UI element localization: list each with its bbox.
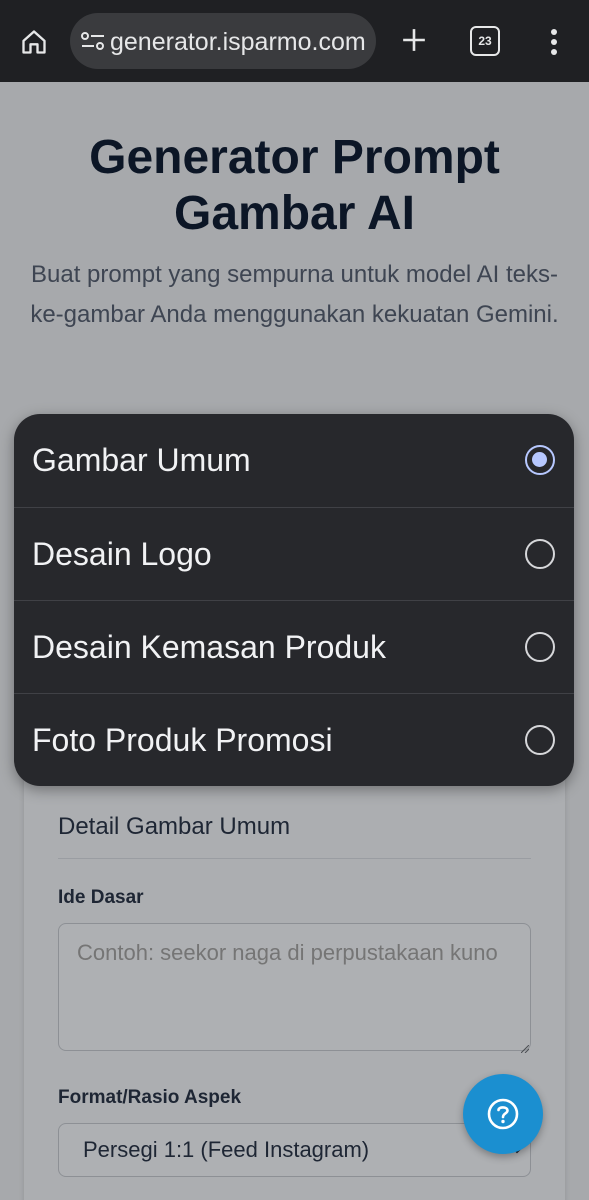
idea-label: Ide Dasar bbox=[58, 887, 144, 908]
radio-unchecked-icon[interactable] bbox=[525, 632, 555, 662]
divider bbox=[58, 858, 531, 859]
type-dropdown-menu: Gambar Umum Desain Logo Desain Kemasan P… bbox=[14, 414, 574, 786]
menu-option-label: Gambar Umum bbox=[32, 442, 251, 478]
site-info-icon[interactable] bbox=[80, 29, 106, 53]
menu-option-desain-logo[interactable]: Desain Logo bbox=[14, 507, 574, 600]
menu-option-label: Foto Produk Promosi bbox=[32, 722, 333, 758]
menu-option-label: Desain Kemasan Produk bbox=[32, 629, 386, 665]
section-title: Detail Gambar Umum bbox=[58, 813, 291, 840]
address-bar[interactable]: generator.isparmo.com bbox=[70, 13, 376, 69]
radio-unchecked-icon[interactable] bbox=[525, 539, 555, 569]
url-text[interactable]: generator.isparmo.com bbox=[110, 27, 368, 57]
browser-toolbar: generator.isparmo.com 23 bbox=[0, 0, 589, 82]
question-icon bbox=[487, 1098, 519, 1130]
new-tab-icon[interactable] bbox=[396, 22, 432, 58]
menu-option-gambar-umum[interactable]: Gambar Umum bbox=[14, 414, 574, 507]
tab-switcher-button[interactable]: 23 bbox=[470, 26, 500, 56]
radio-unchecked-icon[interactable] bbox=[525, 725, 555, 755]
home-icon[interactable] bbox=[14, 22, 54, 62]
radio-checked-icon[interactable] bbox=[525, 445, 555, 475]
aspect-select[interactable]: Persegi 1:1 (Feed Instagram) bbox=[58, 1123, 531, 1177]
menu-option-foto-produk-promosi[interactable]: Foto Produk Promosi bbox=[14, 693, 574, 786]
resize-grip-icon[interactable] bbox=[520, 1040, 530, 1054]
page-title: Generator Prompt Gambar AI bbox=[89, 131, 500, 240]
aspect-label: Format/Rasio Aspek bbox=[58, 1087, 242, 1108]
menu-option-desain-kemasan-produk[interactable]: Desain Kemasan Produk bbox=[14, 600, 574, 693]
page-subtitle: Buat prompt yang sempurna untuk model AI… bbox=[30, 261, 559, 328]
help-button[interactable] bbox=[463, 1074, 543, 1154]
more-vert-icon[interactable] bbox=[540, 22, 568, 62]
idea-textarea[interactable] bbox=[58, 923, 531, 1051]
menu-option-label: Desain Logo bbox=[32, 536, 212, 572]
